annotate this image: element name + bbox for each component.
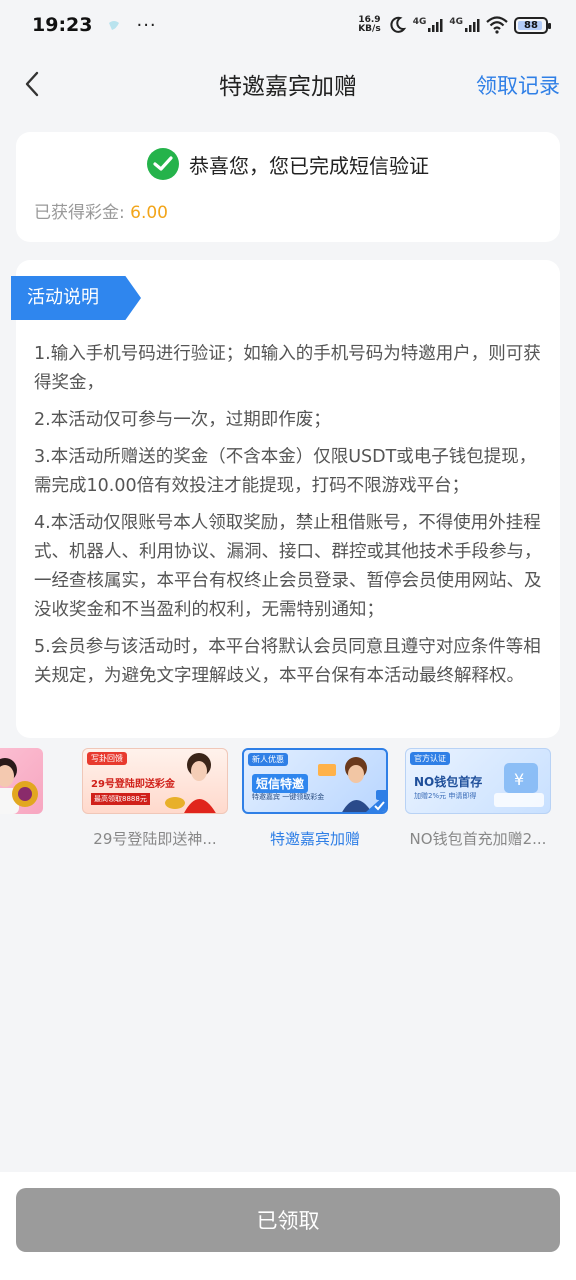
activity-rules-card: 活动说明 1.输入手机号码进行验证；如输入的手机号码为特邀用户，则可获得奖金， … bbox=[11, 260, 560, 738]
bonus-label: 已获得彩金: bbox=[34, 203, 125, 223]
network-speed-unit: KB/s bbox=[358, 24, 381, 34]
rule-item: 1.输入手机号码进行验证；如输入的手机号码为特邀用户，则可获得奖金， bbox=[34, 344, 541, 393]
page-title: 特邀嘉宾加赠 bbox=[219, 74, 357, 100]
bonus-amount: 6.00 bbox=[130, 203, 168, 223]
activity-carousel[interactable]: 大奖 写卦回馈 29号登陆即送彩金 最高领取8888元 29号登陆即送神... … bbox=[0, 748, 576, 858]
activity-label: 大奖 bbox=[0, 828, 43, 849]
checkmark-icon bbox=[153, 156, 173, 171]
signal-bars-icon bbox=[465, 19, 480, 32]
bonus-row: 已获得彩金: 6.00 bbox=[34, 198, 542, 223]
status-time: 19:23 bbox=[32, 14, 93, 36]
activity-item-active[interactable]: 新人优惠 短信特邀 特邀嘉宾 一键领取彩金 特邀嘉宾加赠 bbox=[242, 748, 388, 849]
signal-4g-2-label: 4G bbox=[449, 17, 463, 27]
claimed-button[interactable]: 已领取 bbox=[16, 1188, 560, 1252]
battery-level: 88 bbox=[524, 19, 538, 31]
activity-item[interactable]: 写卦回馈 29号登陆即送彩金 最高领取8888元 29号登陆即送神... bbox=[82, 748, 228, 849]
status-bar: 19:23 ··· 16.9 KB/s 4G 4G 88 bbox=[0, 0, 576, 50]
claim-records-link[interactable]: 领取记录 bbox=[476, 70, 560, 100]
activity-label-active: 特邀嘉宾加赠 bbox=[269, 830, 360, 848]
activity-item[interactable]: 官方认证 NO钱包首存 加赠2%元 申请即得 ¥ NO钱包首充加赠2... bbox=[405, 748, 551, 849]
activity-thumbnail[interactable]: 写卦回馈 29号登陆即送彩金 最高领取8888元 bbox=[82, 748, 228, 814]
signal-4g-1-label: 4G bbox=[412, 17, 427, 27]
battery-indicator: 88 bbox=[514, 16, 551, 34]
signal-bars-icon bbox=[428, 19, 443, 32]
activity-item[interactable]: 大奖 bbox=[0, 748, 43, 849]
signal-4g-1: 4G bbox=[413, 17, 444, 33]
banner-image bbox=[318, 757, 386, 812]
wifi-icon bbox=[486, 16, 508, 34]
activity-thumbnail[interactable]: 官方认证 NO钱包首存 加赠2%元 申请即得 ¥ bbox=[405, 748, 551, 814]
banner-image bbox=[0, 758, 38, 814]
verification-success-card: 恭喜您，您已完成短信验证 已获得彩金: 6.00 bbox=[16, 132, 560, 242]
more-notifications-icon: ··· bbox=[136, 14, 157, 36]
svg-text:¥: ¥ bbox=[514, 770, 524, 789]
do-not-disturb-moon-icon bbox=[390, 16, 406, 33]
activity-thumbnail[interactable]: 新人优惠 短信特邀 特邀嘉宾 一键领取彩金 bbox=[242, 748, 388, 814]
page-header: 特邀嘉宾加赠 领取记录 bbox=[0, 50, 576, 118]
app-notification-icon bbox=[109, 21, 120, 30]
success-message: 恭喜您，您已完成短信验证 bbox=[189, 153, 429, 178]
chevron-left-icon bbox=[25, 71, 39, 97]
network-speed: 16.9 KB/s bbox=[358, 16, 380, 34]
signal-4g-2: 4G bbox=[449, 17, 480, 33]
activity-thumbnail[interactable] bbox=[0, 748, 43, 814]
rule-item: 4.本活动仅限账号本人领取奖励，禁止租借账号，不得使用外挂程式、机器人、利用协议… bbox=[34, 513, 542, 620]
rules-list: 1.输入手机号码进行验证；如输入的手机号码为特邀用户，则可获得奖金， 2.本活动… bbox=[16, 320, 560, 691]
banner-image bbox=[165, 753, 216, 813]
success-check-icon bbox=[147, 148, 179, 180]
activity-label: 29号登陆即送神... bbox=[93, 830, 217, 848]
rule-item: 3.本活动所赠送的奖金（不含本金）仅限USDT或电子钱包提现，需完成10.00倍… bbox=[34, 447, 537, 496]
rules-tag: 活动说明 bbox=[11, 276, 141, 320]
status-left: 19:23 ··· bbox=[32, 14, 157, 36]
bottom-action-bar: 已领取 bbox=[0, 1172, 576, 1280]
status-right: 16.9 KB/s 4G 4G 88 bbox=[358, 15, 551, 35]
success-message-row: 恭喜您，您已完成短信验证 bbox=[34, 148, 542, 180]
rule-item: 5.会员参与该活动时，本平台将默认会员同意且遵守对应条件等相关规定，为避免文字理… bbox=[34, 637, 541, 686]
back-button[interactable] bbox=[14, 66, 50, 102]
activity-label: NO钱包首充加赠2... bbox=[409, 830, 547, 848]
banner-image: ¥ bbox=[494, 763, 544, 807]
rule-item: 2.本活动仅可参与一次，过期即作废； bbox=[34, 410, 331, 430]
